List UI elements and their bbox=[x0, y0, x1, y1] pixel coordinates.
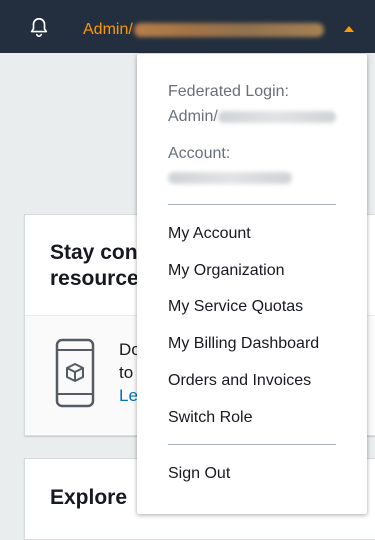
federated-login-value: Admin/ bbox=[168, 107, 336, 127]
card-title: Explore bbox=[50, 486, 128, 509]
bell-icon[interactable] bbox=[28, 16, 50, 38]
top-nav-bar: Admin/ bbox=[0, 0, 375, 53]
redacted-account-id bbox=[168, 171, 292, 184]
caret-up-icon[interactable] bbox=[344, 26, 354, 32]
menu-item-my-billing-dashboard[interactable]: My Billing Dashboard bbox=[168, 334, 319, 354]
account-dropdown-menu: Federated Login: Admin/ Account: My Acco… bbox=[137, 54, 367, 514]
redacted-login-name bbox=[217, 110, 336, 123]
menu-item-my-organization[interactable]: My Organization bbox=[168, 261, 285, 281]
federated-login-label: Federated Login: bbox=[168, 83, 289, 100]
menu-item-my-service-quotas[interactable]: My Service Quotas bbox=[168, 297, 303, 317]
account-label: Account: bbox=[168, 145, 231, 162]
menu-item-orders-and-invoices[interactable]: Orders and Invoices bbox=[168, 371, 311, 391]
divider bbox=[168, 444, 336, 445]
menu-item-my-account[interactable]: My Account bbox=[168, 224, 251, 244]
redacted-account-name bbox=[133, 22, 324, 37]
mobile-phone-icon bbox=[55, 338, 95, 408]
account-menu-toggle[interactable]: Admin/ bbox=[83, 20, 324, 40]
menu-item-sign-out[interactable]: Sign Out bbox=[168, 464, 230, 484]
account-name: Admin/ bbox=[83, 21, 133, 38]
card-title: Stay con resource bbox=[50, 241, 139, 290]
account-id-value bbox=[168, 168, 292, 188]
menu-item-switch-role[interactable]: Switch Role bbox=[168, 408, 252, 428]
divider bbox=[168, 204, 336, 205]
